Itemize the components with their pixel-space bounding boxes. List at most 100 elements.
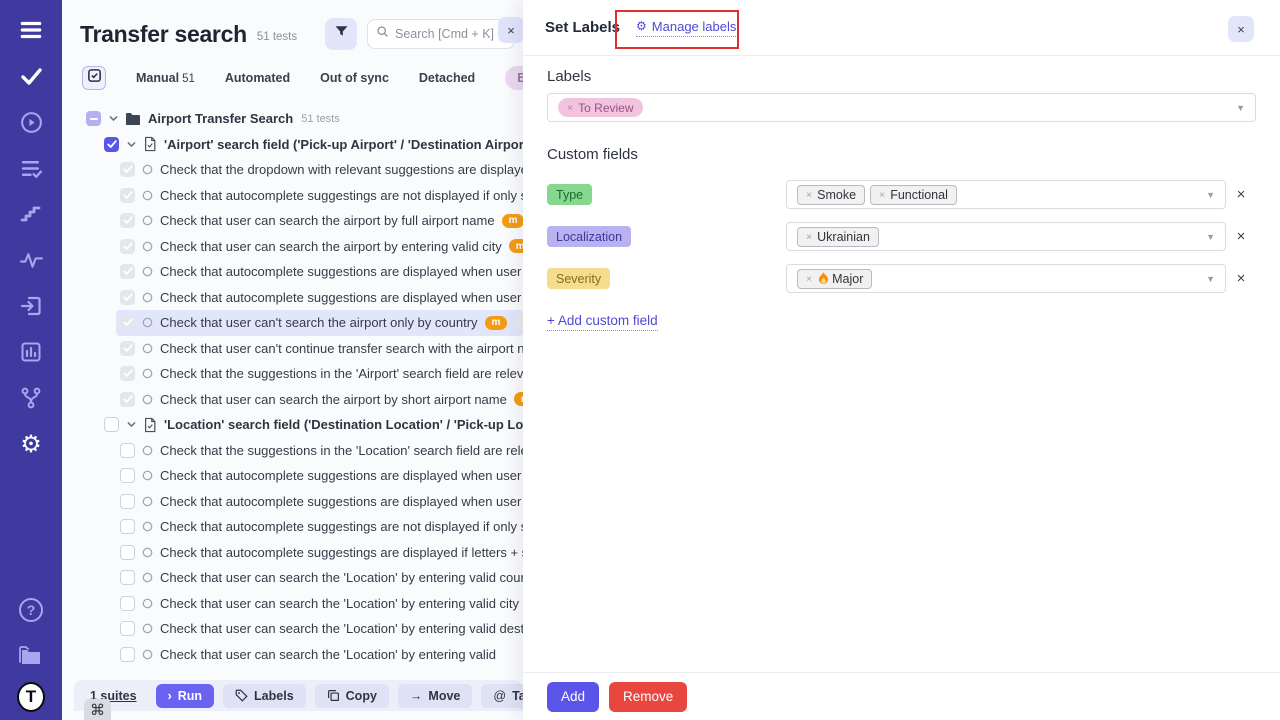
row-checkbox[interactable] (120, 290, 135, 305)
sidebar-bar-chart-icon[interactable] (17, 338, 45, 366)
chevron-down-icon[interactable] (126, 139, 137, 150)
tab-estimate[interactable]: Estimate (505, 66, 523, 90)
Tags-button[interactable]: @Tags (481, 684, 523, 708)
row-checkbox[interactable] (120, 570, 135, 585)
row-checkbox[interactable] (120, 264, 135, 279)
Labels-button[interactable]: Labels (223, 684, 306, 708)
row-checkbox[interactable] (120, 468, 135, 483)
sidebar-branch-icon[interactable] (17, 384, 45, 412)
row-checkbox[interactable] (120, 213, 135, 228)
remove-value-icon[interactable]: × (879, 189, 885, 201)
suite-row[interactable]: Airport Transfer Search51 tests (62, 106, 523, 132)
manage-labels-link[interactable]: ⚙ Manage labels (636, 19, 736, 37)
field-values-select[interactable]: ×Ukrainian▼ (786, 222, 1226, 251)
test-row[interactable]: Check that user can search the airport b… (62, 234, 523, 260)
value-pill: ×Ukrainian (797, 227, 879, 247)
remove-field-button[interactable]: × (1226, 228, 1256, 245)
chevron-down-icon[interactable] (108, 113, 119, 124)
row-checkbox[interactable] (120, 392, 135, 407)
test-row[interactable]: Check that user can search the airport b… (62, 208, 523, 234)
test-row[interactable]: Check that autocomplete suggestings are … (62, 540, 523, 566)
row-checkbox[interactable] (120, 519, 135, 534)
row-checkbox[interactable] (120, 162, 135, 177)
remove-field-button[interactable]: × (1226, 186, 1256, 203)
test-row[interactable]: Check that the suggestions in the 'Locat… (62, 438, 523, 464)
tab-automated[interactable]: Automated (225, 71, 290, 85)
suite-row[interactable]: 'Location' search field ('Destination Lo… (62, 412, 523, 438)
row-checkbox[interactable] (120, 494, 135, 509)
row-checkbox[interactable] (120, 621, 135, 636)
test-row[interactable]: Check that autocomplete suggestions are … (62, 259, 523, 285)
field-values-select[interactable]: ×Smoke×Functional▼ (786, 180, 1226, 209)
row-checkbox[interactable] (104, 417, 119, 432)
suite-row[interactable]: 'Airport' search field ('Pick-up Airport… (62, 132, 523, 158)
row-checkbox[interactable] (120, 239, 135, 254)
sidebar-logo-icon[interactable]: T (17, 688, 45, 716)
test-row[interactable]: Check that the suggestions in the 'Airpo… (62, 361, 523, 387)
sidebar-help-icon[interactable]: ? (17, 596, 45, 624)
row-checkbox[interactable] (120, 545, 135, 560)
chevron-down-icon[interactable] (126, 419, 137, 430)
sidebar-folder-icon[interactable] (17, 642, 45, 670)
sidebar-menu-icon[interactable] (17, 16, 45, 44)
test-row[interactable]: Check that user can't search the airport… (62, 310, 523, 336)
tab-out-of-sync[interactable]: Out of sync (320, 71, 389, 85)
test-row[interactable]: Check that autocomplete suggestings are … (62, 183, 523, 209)
Copy-button[interactable]: Copy (315, 684, 389, 708)
sidebar-import-icon[interactable] (17, 292, 45, 320)
search-box[interactable]: × (367, 19, 515, 49)
test-row[interactable]: Check that user can search the 'Location… (62, 642, 523, 668)
sidebar-list-check-icon[interactable] (17, 154, 45, 182)
labels-select[interactable]: ×To Review▼ (547, 93, 1256, 122)
test-row[interactable]: Check that the dropdown with relevant su… (62, 157, 523, 183)
Move-button[interactable]: →Move (398, 684, 472, 708)
value-pill: ×To Review (558, 98, 643, 117)
test-row[interactable]: Check that autocomplete suggestions are … (62, 463, 523, 489)
test-row[interactable]: Check that user can't continue transfer … (62, 336, 523, 362)
row-checkbox[interactable] (120, 341, 135, 356)
remove-value-icon[interactable]: × (806, 231, 812, 243)
remove-value-icon[interactable]: × (806, 273, 812, 285)
sidebar-gear-icon[interactable]: ⚙ (17, 430, 45, 458)
row-checkbox[interactable] (120, 188, 135, 203)
row-checkbox[interactable] (120, 596, 135, 611)
search-clear-button[interactable]: × (498, 17, 523, 43)
test-row[interactable]: Check that autocomplete suggestings are … (62, 514, 523, 540)
add-button[interactable]: Add (547, 682, 599, 712)
test-row[interactable]: Check that user can search the 'Location… (62, 565, 523, 591)
sidebar-play-circle-icon[interactable] (17, 108, 45, 136)
row-checkbox[interactable] (120, 315, 135, 330)
circle-icon (142, 292, 153, 303)
search-input[interactable] (395, 27, 495, 41)
test-row[interactable]: Check that user can search the 'Location… (62, 591, 523, 617)
set-labels-panel: Set Labels ⚙ Manage labels × Labels ×To … (523, 0, 1280, 720)
test-row[interactable]: Check that autocomplete suggestions are … (62, 489, 523, 515)
remove-button[interactable]: Remove (609, 682, 687, 712)
circle-icon (142, 598, 153, 609)
sidebar-pulse-icon[interactable] (17, 246, 45, 274)
row-checkbox[interactable] (120, 443, 135, 458)
sidebar-steps-icon[interactable] (17, 200, 45, 228)
select-mode-toggle[interactable] (82, 66, 106, 90)
test-row[interactable]: Check that user can search the airport b… (62, 387, 523, 413)
test-row[interactable]: Check that autocomplete suggestions are … (62, 285, 523, 311)
row-checkbox[interactable] (104, 137, 119, 152)
tab-detached[interactable]: Detached (419, 71, 475, 85)
row-checkbox[interactable] (120, 647, 135, 662)
row-checkbox[interactable] (86, 111, 101, 126)
filter-button[interactable] (325, 18, 357, 50)
remove-value-icon[interactable]: × (806, 189, 812, 201)
tab-manual[interactable]: Manual51 (136, 71, 195, 85)
test-row[interactable]: Check that user can search the 'Location… (62, 616, 523, 642)
sidebar-check-icon[interactable] (17, 62, 45, 90)
field-name-pill: Type (547, 184, 592, 205)
close-panel-button[interactable]: × (1228, 16, 1254, 42)
button-label: Labels (254, 689, 294, 703)
row-title: 'Airport' search field ('Pick-up Airport… (164, 137, 523, 152)
field-values-select[interactable]: ×Major▼ (786, 264, 1226, 293)
remove-value-icon[interactable]: × (567, 102, 573, 114)
row-checkbox[interactable] (120, 366, 135, 381)
add-custom-field-link[interactable]: + Add custom field (547, 313, 658, 331)
remove-field-button[interactable]: × (1226, 270, 1256, 287)
Run-button[interactable]: ›Run (156, 684, 214, 708)
